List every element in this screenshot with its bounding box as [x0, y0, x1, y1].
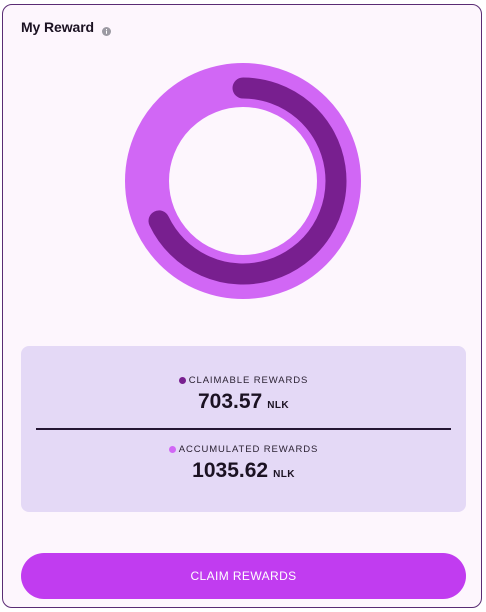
- card-header: My Reward: [21, 19, 112, 36]
- claim-rewards-button[interactable]: CLAIM REWARDS: [21, 553, 466, 599]
- rewards-summary-panel: CLAIMABLE REWARDS 703.57 NLK ACCUMULATED…: [21, 346, 466, 512]
- card-title: My Reward: [21, 19, 95, 35]
- claimable-rewards-stat: CLAIMABLE REWARDS 703.57 NLK: [21, 375, 466, 414]
- panel-divider: [36, 428, 451, 430]
- accumulated-rewards-value: 1035.62: [192, 459, 269, 482]
- accumulated-rewards-stat: ACCUMULATED REWARDS 1035.62 NLK: [21, 444, 466, 483]
- info-icon[interactable]: [102, 23, 112, 36]
- reward-donut-chart: [125, 63, 361, 299]
- accumulated-legend-dot: [168, 446, 176, 453]
- claimable-rewards-label: CLAIMABLE REWARDS: [188, 375, 309, 386]
- accumulated-rewards-label: ACCUMULATED REWARDS: [178, 444, 319, 455]
- accumulated-rewards-unit: NLK: [273, 469, 295, 480]
- reward-card: My Reward CLAIMABLE REWARDS 703.57 NLK A…: [2, 4, 482, 608]
- claimable-rewards-unit: NLK: [267, 400, 289, 411]
- claimable-legend-dot: [178, 377, 186, 384]
- claimable-rewards-value: 703.57: [198, 390, 263, 413]
